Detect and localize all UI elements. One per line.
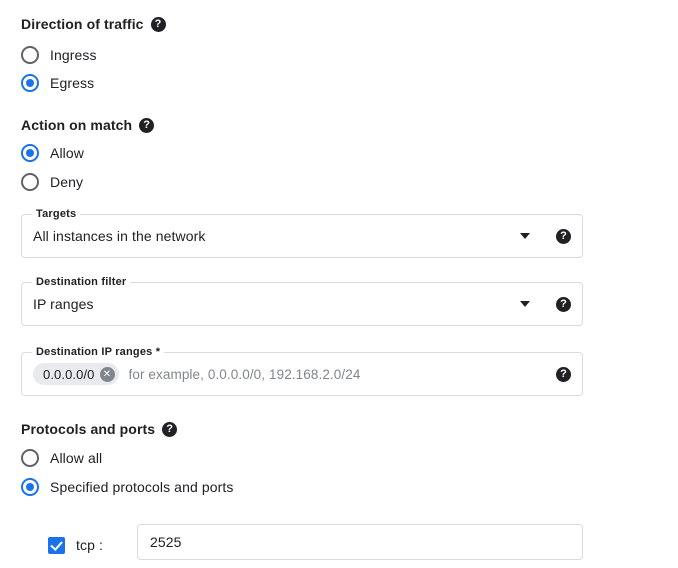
radio-direction-egress[interactable]: Egress bbox=[21, 73, 94, 93]
direction-of-traffic-label: Direction of traffic bbox=[21, 16, 144, 32]
radio-direction-ingress[interactable]: Ingress bbox=[21, 45, 97, 65]
radio-label-ingress: Ingress bbox=[50, 47, 97, 63]
targets-value: All instances in the network bbox=[33, 228, 206, 244]
radio-action-deny[interactable]: Deny bbox=[21, 172, 83, 192]
radio-protocols-specified[interactable]: Specified protocols and ports bbox=[21, 477, 233, 497]
radio-indicator-deny[interactable] bbox=[21, 173, 39, 191]
help-circle-icon[interactable]: ? bbox=[150, 16, 166, 32]
destination-filter-label: Destination filter bbox=[32, 276, 131, 288]
action-on-match-label: Action on match bbox=[21, 117, 133, 133]
radio-label-allow: Allow bbox=[50, 145, 84, 161]
protocol-row-tcp[interactable]: tcp : bbox=[48, 528, 103, 562]
protocols-and-ports-label: Protocols and ports bbox=[21, 421, 156, 437]
radio-label-allow-all: Allow all bbox=[50, 450, 103, 466]
destination-filter-value: IP ranges bbox=[33, 296, 94, 312]
targets-select[interactable]: Targets All instances in the network ? bbox=[21, 208, 583, 258]
radio-indicator-ingress[interactable] bbox=[21, 46, 39, 64]
help-circle-icon[interactable]: ? bbox=[556, 296, 571, 312]
help-circle-icon[interactable]: ? bbox=[162, 421, 178, 437]
protocol-label-tcp: tcp : bbox=[76, 537, 103, 553]
radio-label-egress: Egress bbox=[50, 75, 95, 91]
ip-range-chip[interactable]: 0.0.0.0/0 ✕ bbox=[33, 363, 119, 385]
help-circle-icon[interactable]: ? bbox=[556, 228, 571, 244]
destination-ip-ranges-label: Destination IP ranges * bbox=[32, 346, 165, 358]
tcp-ports-input[interactable]: 2525 bbox=[137, 524, 583, 560]
targets-label: Targets bbox=[32, 208, 81, 220]
protocols-and-ports-heading: Protocols and ports ? bbox=[21, 421, 178, 437]
radio-protocols-allow-all[interactable]: Allow all bbox=[21, 448, 102, 468]
radio-indicator-specified[interactable] bbox=[21, 478, 39, 496]
radio-label-deny: Deny bbox=[50, 174, 84, 190]
radio-action-allow[interactable]: Allow bbox=[21, 143, 84, 163]
action-on-match-heading: Action on match ? bbox=[21, 117, 155, 133]
firewall-rule-form: Direction of traffic ? Ingress Egress Ac… bbox=[0, 0, 678, 568]
tcp-ports-value: 2525 bbox=[150, 534, 182, 550]
help-circle-icon[interactable]: ? bbox=[556, 366, 571, 382]
destination-ip-ranges-field[interactable]: Destination IP ranges * 0.0.0.0/0 ✕ for … bbox=[21, 346, 583, 396]
direction-of-traffic-heading: Direction of traffic ? bbox=[21, 16, 166, 32]
ip-range-chip-text: 0.0.0.0/0 bbox=[43, 366, 95, 382]
radio-indicator-egress[interactable] bbox=[21, 74, 39, 92]
checkbox-tcp[interactable] bbox=[48, 536, 65, 554]
close-circle-icon[interactable]: ✕ bbox=[99, 366, 115, 382]
radio-indicator-allow[interactable] bbox=[21, 144, 39, 162]
chevron-down-icon[interactable] bbox=[520, 301, 530, 307]
radio-indicator-allow-all[interactable] bbox=[21, 449, 39, 467]
chevron-down-icon[interactable] bbox=[520, 233, 530, 239]
destination-ip-ranges-placeholder[interactable]: for example, 0.0.0.0/0, 192.168.2.0/24 bbox=[129, 367, 557, 382]
destination-filter-select[interactable]: Destination filter IP ranges ? bbox=[21, 276, 583, 326]
radio-label-specified: Specified protocols and ports bbox=[50, 479, 234, 495]
help-circle-icon[interactable]: ? bbox=[139, 117, 155, 133]
